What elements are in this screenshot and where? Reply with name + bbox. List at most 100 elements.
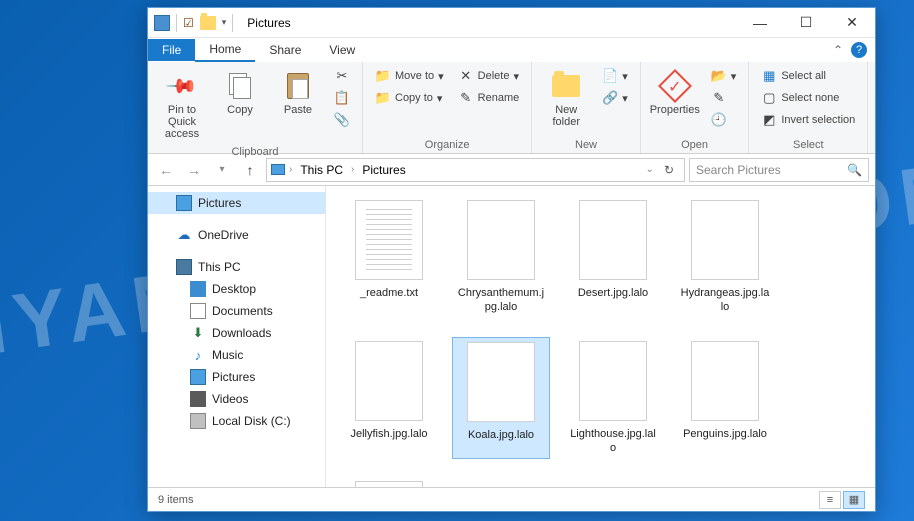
tab-view[interactable]: View xyxy=(315,39,369,61)
select-none-button[interactable]: ▢Select none xyxy=(757,88,859,108)
tab-share[interactable]: Share xyxy=(255,39,315,61)
new-folder-label: New folder xyxy=(542,104,590,128)
open-group-label: Open xyxy=(649,137,741,153)
qat-separator xyxy=(176,14,177,32)
refresh-button[interactable]: ↻ xyxy=(658,163,680,177)
status-bar: 9 items ≡ ▦ xyxy=(148,487,875,511)
nav-thispc[interactable]: This PC xyxy=(148,256,325,278)
videos-icon xyxy=(190,391,206,407)
history-button[interactable]: 🕘 xyxy=(707,110,741,130)
up-button[interactable]: ↑ xyxy=(238,158,262,182)
address-field[interactable]: › This PC › Pictures ⌄ ↻ xyxy=(266,158,685,182)
close-button[interactable]: ✕ xyxy=(829,8,875,38)
nav-pictures[interactable]: Pictures xyxy=(148,192,325,214)
easy-access-button[interactable]: 🔗▾ xyxy=(598,88,632,108)
blank-file-icon xyxy=(579,200,647,280)
recent-dropdown-icon[interactable]: ▾ xyxy=(210,158,234,182)
invert-selection-icon: ◩ xyxy=(761,112,777,128)
nav-pictures-sub[interactable]: Pictures xyxy=(148,366,325,388)
ribbon-group-open: Properties 📂▾ ✎ 🕘 Open xyxy=(641,62,750,153)
file-item[interactable]: Hydrangeas.jpg.lalo xyxy=(676,196,774,319)
properties-qat-icon[interactable]: ☑ xyxy=(183,16,194,30)
nav-documents[interactable]: Documents xyxy=(148,300,325,322)
pin-icon: 📌 xyxy=(159,63,204,108)
new-folder-button[interactable]: New folder xyxy=(540,66,592,132)
move-to-button[interactable]: 📁Move to ▾ xyxy=(371,66,448,86)
edit-button[interactable]: ✎ xyxy=(707,88,741,108)
file-item[interactable]: Desert.jpg.lalo xyxy=(564,196,662,319)
minimize-button[interactable]: — xyxy=(737,8,783,38)
file-item[interactable]: _readme.txt xyxy=(340,196,438,319)
properties-label: Properties xyxy=(650,104,700,116)
cut-icon: ✂ xyxy=(334,68,350,84)
file-name: Desert.jpg.lalo xyxy=(578,286,648,300)
new-group-label: New xyxy=(540,137,632,153)
titlebar: ☑ ▾ Pictures — ☐ ✕ xyxy=(148,8,875,38)
chevron-right-icon[interactable]: › xyxy=(289,164,292,175)
delete-button[interactable]: ✕Delete ▾ xyxy=(454,66,524,86)
ribbon-group-organize: 📁Move to ▾ 📁Copy to ▾ ✕Delete ▾ ✎Rename … xyxy=(363,62,532,153)
paste-shortcut-icon: 📎 xyxy=(334,112,350,128)
body: Pictures ☁OneDrive This PC Desktop Docum… xyxy=(148,186,875,487)
search-input[interactable]: Search Pictures 🔍 xyxy=(689,158,869,182)
file-item[interactable]: Koala.jpg.lalo xyxy=(452,337,550,460)
details-view-button[interactable]: ≡ xyxy=(819,491,841,509)
file-pane[interactable]: _readme.txt Chrysanthemum.jpg.lalo Desert.… xyxy=(326,186,875,487)
address-dropdown-icon[interactable]: ⌄ xyxy=(646,164,654,175)
file-name: Chrysanthemum.jpg.lalo xyxy=(456,286,546,315)
nav-desktop[interactable]: Desktop xyxy=(148,278,325,300)
breadcrumb-thispc[interactable]: This PC xyxy=(296,163,347,177)
file-item[interactable]: Jellyfish.jpg.lalo xyxy=(340,337,438,460)
file-item[interactable]: Lighthouse.jpg.lalo xyxy=(564,337,662,460)
file-item[interactable]: Penguins.jpg.lalo xyxy=(676,337,774,460)
properties-button[interactable]: Properties xyxy=(649,66,701,120)
navigation-pane[interactable]: Pictures ☁OneDrive This PC Desktop Docum… xyxy=(148,186,326,487)
nav-music[interactable]: ♪Music xyxy=(148,344,325,366)
cut-button[interactable]: ✂ xyxy=(330,66,354,86)
copy-path-icon: 📋 xyxy=(334,90,350,106)
nav-onedrive[interactable]: ☁OneDrive xyxy=(148,224,325,246)
pin-to-quick-access-button[interactable]: 📌 Pin to Quick access xyxy=(156,66,208,144)
copy-path-button[interactable]: 📋 xyxy=(330,88,354,108)
blank-file-icon xyxy=(355,481,423,487)
collapse-ribbon-icon[interactable]: ⌃ xyxy=(833,43,843,57)
rename-button[interactable]: ✎Rename xyxy=(454,88,524,108)
icons-view-button[interactable]: ▦ xyxy=(843,491,865,509)
blank-file-icon xyxy=(355,341,423,421)
select-all-button[interactable]: ▦Select all xyxy=(757,66,859,86)
file-item[interactable]: Tulips.jpg.lalo xyxy=(340,477,438,487)
breadcrumb-pictures[interactable]: Pictures xyxy=(358,163,409,177)
nav-localdisk[interactable]: Local Disk (C:) xyxy=(148,410,325,432)
move-to-icon: 📁 xyxy=(375,68,391,84)
copy-label: Copy xyxy=(227,104,253,116)
paste-shortcut-button[interactable]: 📎 xyxy=(330,110,354,130)
tab-file[interactable]: File xyxy=(148,39,195,61)
folder-qat-icon[interactable] xyxy=(200,16,216,30)
chevron-right-icon[interactable]: › xyxy=(351,164,354,175)
qat-separator xyxy=(232,14,233,32)
history-icon: 🕘 xyxy=(711,112,727,128)
nav-downloads[interactable]: ⬇Downloads xyxy=(148,322,325,344)
file-name: Jellyfish.jpg.lalo xyxy=(350,427,427,441)
new-item-button[interactable]: 📄▾ xyxy=(598,66,632,86)
help-icon[interactable]: ? xyxy=(851,42,867,58)
thispc-icon xyxy=(176,259,192,275)
back-button[interactable]: ← xyxy=(154,158,178,182)
forward-button[interactable]: → xyxy=(182,158,206,182)
properties-icon xyxy=(658,69,692,103)
nav-videos[interactable]: Videos xyxy=(148,388,325,410)
copy-to-button[interactable]: 📁Copy to ▾ xyxy=(371,88,448,108)
paste-button[interactable]: Paste xyxy=(272,66,324,120)
open-button[interactable]: 📂▾ xyxy=(707,66,741,86)
file-item[interactable]: Chrysanthemum.jpg.lalo xyxy=(452,196,550,319)
blank-file-icon xyxy=(691,200,759,280)
tab-home[interactable]: Home xyxy=(195,38,255,62)
copy-icon xyxy=(229,73,251,99)
file-name: Penguins.jpg.lalo xyxy=(683,427,767,441)
qat-dropdown-icon[interactable]: ▾ xyxy=(222,17,227,28)
ribbon-group-clipboard: 📌 Pin to Quick access Copy Paste ✂ 📋 📎 xyxy=(148,62,363,153)
maximize-button[interactable]: ☐ xyxy=(783,8,829,38)
invert-selection-button[interactable]: ◩Invert selection xyxy=(757,110,859,130)
copy-button[interactable]: Copy xyxy=(214,66,266,120)
disk-icon xyxy=(190,413,206,429)
